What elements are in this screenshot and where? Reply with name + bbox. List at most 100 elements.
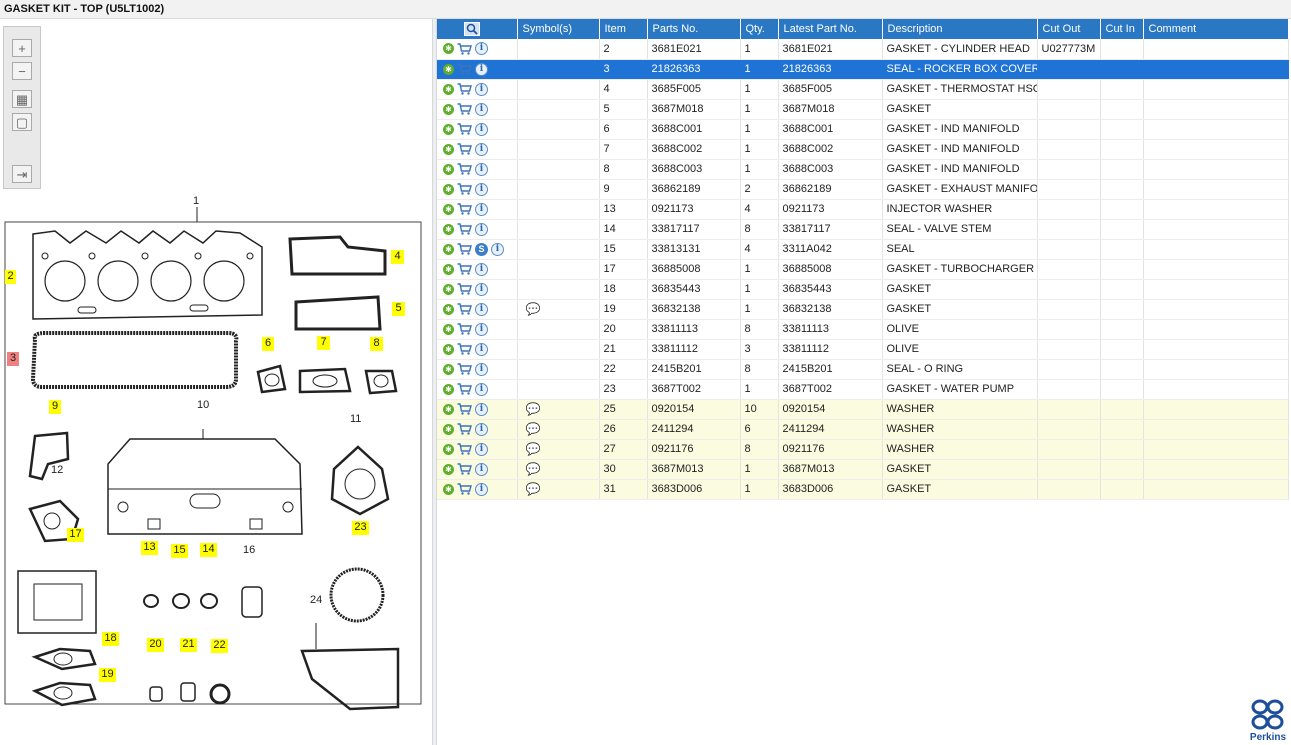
- info-icon[interactable]: i: [491, 242, 504, 256]
- table-row[interactable]: ✱ i 17 36885008 1 36885008 GASKET - TURBOCHARG…: [437, 259, 1289, 280]
- callout-4[interactable]: 4: [391, 250, 404, 264]
- note-icon[interactable]: 💬: [522, 482, 541, 496]
- table-row[interactable]: ✱ i 3 21826363 1 21826363 SEAL - ROCKER BOX CO…: [437, 59, 1289, 80]
- info-icon[interactable]: i: [475, 282, 488, 296]
- cart-icon[interactable]: [457, 263, 472, 275]
- gear-icon[interactable]: ✱: [443, 483, 454, 495]
- callout-10[interactable]: 10: [197, 399, 209, 411]
- cart-icon[interactable]: [457, 323, 472, 335]
- info-icon[interactable]: i: [475, 62, 488, 76]
- info-icon[interactable]: i: [475, 442, 488, 456]
- callout-3[interactable]: 3: [7, 352, 19, 366]
- gear-icon[interactable]: ✱: [443, 463, 454, 475]
- callout-8[interactable]: 8: [370, 337, 383, 351]
- gear-icon[interactable]: ✱: [443, 143, 454, 155]
- gear-icon[interactable]: ✱: [443, 103, 454, 115]
- gear-icon[interactable]: ✱: [443, 443, 454, 455]
- gear-icon[interactable]: ✱: [443, 303, 454, 315]
- callout-19[interactable]: 19: [99, 668, 116, 682]
- callout-16[interactable]: 16: [243, 544, 255, 556]
- gear-icon[interactable]: ✱: [443, 263, 454, 275]
- gear-icon[interactable]: ✱: [443, 123, 454, 135]
- cart-icon[interactable]: [457, 403, 472, 415]
- table-row[interactable]: ✱ i 7 3688C002 1 3688C002 GASKET - IND MANIFOL…: [437, 139, 1289, 160]
- note-icon[interactable]: 💬: [522, 442, 541, 456]
- info-icon[interactable]: i: [475, 342, 488, 356]
- info-icon[interactable]: i: [475, 322, 488, 336]
- callout-5[interactable]: 5: [392, 302, 405, 316]
- gear-icon[interactable]: ✱: [443, 243, 454, 255]
- info-icon[interactable]: i: [475, 382, 488, 396]
- cart-icon[interactable]: [457, 383, 472, 395]
- column-parts-no[interactable]: Parts No.: [647, 19, 741, 39]
- info-icon[interactable]: i: [475, 302, 488, 316]
- cart-icon[interactable]: [457, 483, 472, 495]
- cart-icon[interactable]: [457, 283, 472, 295]
- cart-icon[interactable]: [457, 143, 472, 155]
- table-row[interactable]: ✱ i 21 33811112 3 33811112 OLIVE: [437, 339, 1289, 360]
- callout-11[interactable]: 11: [350, 413, 361, 425]
- table-row[interactable]: ✱ i 8 3688C003 1 3688C003 GASKET - IND MANIFOL…: [437, 159, 1289, 180]
- note-icon[interactable]: 💬: [522, 402, 541, 416]
- cart-icon[interactable]: [457, 463, 472, 475]
- table-row[interactable]: ✱ Si 15 33813131 4 3311A042 SEAL: [437, 239, 1289, 260]
- table-row[interactable]: ✱ i 2 3681E021 1 3681E021 GASKET - CYLINDER HE…: [437, 39, 1289, 60]
- gear-icon[interactable]: ✱: [443, 43, 454, 55]
- column-item[interactable]: Item: [599, 19, 648, 39]
- gear-icon[interactable]: ✱: [443, 283, 454, 295]
- cart-icon[interactable]: [457, 423, 472, 435]
- cart-icon[interactable]: [457, 243, 472, 255]
- gear-icon[interactable]: ✱: [443, 223, 454, 235]
- table-row[interactable]: ✱ i 9 36862189 2 36862189 GASKET - EXHAUST MAN…: [437, 179, 1289, 200]
- cart-icon[interactable]: [457, 123, 472, 135]
- table-row[interactable]: ✱ i 💬 30 3687M013 1 3687M013 GASKET: [437, 459, 1289, 480]
- table-row[interactable]: ✱ i 14 33817117 8 33817117 SEAL - VALVE STEM: [437, 219, 1289, 240]
- callout-24[interactable]: 24: [310, 594, 322, 606]
- callout-9[interactable]: 9: [49, 400, 61, 414]
- cart-icon[interactable]: [457, 183, 472, 195]
- callout-18[interactable]: 18: [102, 632, 119, 646]
- table-row[interactable]: ✱ i 22 2415B201 8 2415B201 SEAL - O RING: [437, 359, 1289, 380]
- gear-icon[interactable]: ✱: [443, 203, 454, 215]
- supersession-icon[interactable]: S: [475, 242, 488, 256]
- table-row[interactable]: ✱ i 4 3685F005 1 3685F005 GASKET - THERMOSTAT …: [437, 79, 1289, 100]
- cart-icon[interactable]: [457, 363, 472, 375]
- gear-icon[interactable]: ✱: [443, 183, 454, 195]
- callout-23[interactable]: 23: [352, 521, 369, 535]
- column-cut-out[interactable]: Cut Out: [1037, 19, 1101, 39]
- info-icon[interactable]: i: [475, 402, 488, 416]
- cart-icon[interactable]: [457, 203, 472, 215]
- info-icon[interactable]: i: [475, 142, 488, 156]
- gear-icon[interactable]: ✱: [443, 363, 454, 375]
- info-icon[interactable]: i: [475, 42, 488, 56]
- table-row[interactable]: ✱ i 💬 25 0920154 10 0920154 WASHER: [437, 399, 1289, 420]
- info-icon[interactable]: i: [475, 422, 488, 436]
- cart-icon[interactable]: [457, 443, 472, 455]
- column-qty[interactable]: Qty.: [740, 19, 779, 39]
- gear-icon[interactable]: ✱: [443, 163, 454, 175]
- info-icon[interactable]: i: [475, 162, 488, 176]
- info-icon[interactable]: i: [475, 82, 488, 96]
- table-row[interactable]: ✱ i 6 3688C001 1 3688C001 GASKET - IND MANIFOL…: [437, 119, 1289, 140]
- gear-icon[interactable]: ✱: [443, 343, 454, 355]
- cart-icon[interactable]: [457, 43, 472, 55]
- info-icon[interactable]: i: [475, 102, 488, 116]
- gear-icon[interactable]: ✱: [443, 83, 454, 95]
- info-icon[interactable]: i: [475, 262, 488, 276]
- table-row[interactable]: ✱ i 18 36835443 1 36835443 GASKET: [437, 279, 1289, 300]
- column-cut-in[interactable]: Cut In: [1100, 19, 1144, 39]
- info-icon[interactable]: i: [475, 182, 488, 196]
- table-row[interactable]: ✱ i 💬 27 0921176 8 0921176 WASHER: [437, 439, 1289, 460]
- table-row[interactable]: ✱ i 💬 31 3683D006 1 3683D006 GASKET: [437, 479, 1289, 500]
- search-parts-icon[interactable]: [464, 22, 480, 36]
- table-row[interactable]: ✱ i 13 0921173 4 0921173 INJECTOR WASHER: [437, 199, 1289, 220]
- cart-icon[interactable]: [457, 103, 472, 115]
- callout-12[interactable]: 12: [51, 464, 63, 476]
- info-icon[interactable]: i: [475, 222, 488, 236]
- cart-icon[interactable]: [457, 83, 472, 95]
- table-row[interactable]: ✱ i 5 3687M018 1 3687M018 GASKET: [437, 99, 1289, 120]
- table-row[interactable]: ✱ i 20 33811113 8 33811113 OLIVE: [437, 319, 1289, 340]
- gear-icon[interactable]: ✱: [443, 403, 454, 415]
- part-cylinder-head-gasket[interactable]: [32, 230, 263, 320]
- gear-icon[interactable]: ✱: [443, 323, 454, 335]
